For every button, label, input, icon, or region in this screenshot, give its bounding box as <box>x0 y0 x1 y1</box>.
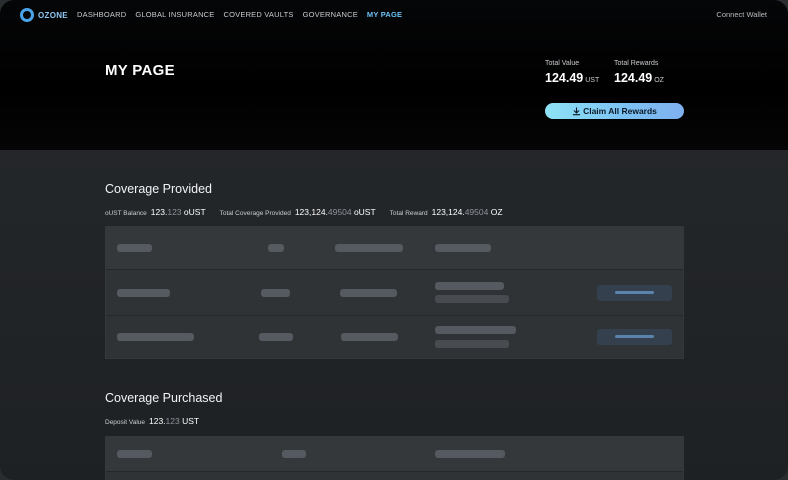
header-skeleton <box>335 244 403 252</box>
page-title: MY PAGE <box>105 62 175 79</box>
table-header-row <box>106 227 683 270</box>
cell-skeleton <box>435 282 504 290</box>
claim-button-label: Claim All Rewards <box>583 106 657 116</box>
oust-balance-label: oUST Balance <box>105 210 147 217</box>
deposit-value-int: 123. <box>149 416 166 426</box>
nav-link-covered-vaults[interactable]: COVERED VAULTS <box>224 10 294 19</box>
cell-skeleton <box>341 333 398 341</box>
total-value-number: 124.49 <box>545 71 584 85</box>
ozone-logo-icon <box>20 8 34 22</box>
cell-skeleton <box>259 333 293 341</box>
coverage-purchased-title: Coverage Purchased <box>105 391 223 405</box>
total-coverage-int: 123,124. <box>294 207 328 217</box>
cell-skeleton <box>435 295 509 303</box>
cell-skeleton <box>117 289 170 297</box>
coverage-purchased-table <box>105 436 684 480</box>
nav-link-governance[interactable]: GOVERNANCE <box>303 10 358 19</box>
total-value-stat: Total Value 124.49 UST <box>545 60 599 85</box>
button-skeleton <box>615 335 654 338</box>
table-row[interactable] <box>106 472 683 480</box>
header-skeleton <box>268 244 284 252</box>
oust-balance-int: 123. <box>150 207 168 217</box>
header-skeleton <box>117 450 152 458</box>
total-rewards-amount: 124.49 OZ <box>614 71 664 85</box>
deposit-value-value: 123.123 UST <box>149 416 199 426</box>
total-coverage-label: Total Coverage Provided <box>219 210 291 217</box>
cell-skeleton <box>261 289 290 297</box>
total-coverage-dec: 49504 <box>327 207 352 217</box>
nav-link-global-insurance[interactable]: GLOBAL INSURANCE <box>135 10 214 19</box>
header-skeleton <box>435 450 505 458</box>
button-skeleton <box>615 291 654 294</box>
cell-skeleton <box>340 289 397 297</box>
oust-balance-unit: oUST <box>183 207 206 217</box>
coverage-purchased-summary: Deposit Value 123.123 UST <box>105 416 213 426</box>
coverage-provided-title: Coverage Provided <box>105 182 213 196</box>
total-rewards-number: 124.49 <box>614 71 653 85</box>
nav-link-my-page[interactable]: MY PAGE <box>367 10 402 19</box>
row-action-button[interactable] <box>597 329 672 345</box>
total-reward-unit: OZ <box>490 207 503 217</box>
cell-skeleton <box>435 326 516 334</box>
total-reward-value: 123,124.49504 OZ <box>432 207 503 217</box>
hero-banner: OZONE DASHBOARD GLOBAL INSURANCE COVERED… <box>0 0 788 150</box>
total-coverage-unit: oUST <box>353 207 376 217</box>
header-skeleton <box>435 244 491 252</box>
deposit-value-dec: 123 <box>165 416 180 426</box>
total-value-unit: UST <box>585 77 600 84</box>
oust-balance-dec: 123 <box>167 207 182 217</box>
deposit-value-label: Deposit Value <box>105 419 145 426</box>
total-value-amount: 124.49 UST <box>545 71 599 85</box>
total-rewards-stat: Total Rewards 124.49 OZ <box>614 60 664 85</box>
oust-balance-value: 123.123 oUST <box>151 207 206 217</box>
total-value-label: Total Value <box>545 60 580 67</box>
total-coverage-value: 123,124.49504 oUST <box>295 207 376 217</box>
total-reward-int: 123,124. <box>431 207 465 217</box>
total-reward-dec: 49504 <box>464 207 489 217</box>
total-rewards-label: Total Rewards <box>614 60 659 67</box>
nav-links: DASHBOARD GLOBAL INSURANCE COVERED VAULT… <box>77 10 411 19</box>
app-window: OZONE DASHBOARD GLOBAL INSURANCE COVERED… <box>0 0 788 480</box>
table-row[interactable] <box>106 316 683 360</box>
header-skeleton <box>117 244 152 252</box>
total-reward-label: Total Reward <box>389 210 428 217</box>
nav-link-dashboard[interactable]: DASHBOARD <box>77 10 126 19</box>
claim-all-rewards-button[interactable]: Claim All Rewards <box>545 103 684 119</box>
coverage-provided-summary: oUST Balance 123.123 oUST Total Coverage… <box>105 207 517 217</box>
coverage-provided-table <box>105 226 684 359</box>
logo-text: OZONE <box>38 10 68 20</box>
cell-skeleton <box>117 333 194 341</box>
row-action-button[interactable] <box>597 285 672 301</box>
top-nav: OZONE DASHBOARD GLOBAL INSURANCE COVERED… <box>0 0 788 30</box>
download-icon <box>572 106 581 115</box>
table-header-row <box>106 437 683 472</box>
connect-wallet-button[interactable]: Connect Wallet <box>716 10 767 19</box>
header-skeleton <box>282 450 306 458</box>
deposit-value-unit: UST <box>182 416 200 426</box>
cell-skeleton <box>435 340 509 348</box>
table-row[interactable] <box>106 270 683 316</box>
logo[interactable]: OZONE <box>20 8 68 22</box>
total-rewards-unit: OZ <box>654 77 664 84</box>
